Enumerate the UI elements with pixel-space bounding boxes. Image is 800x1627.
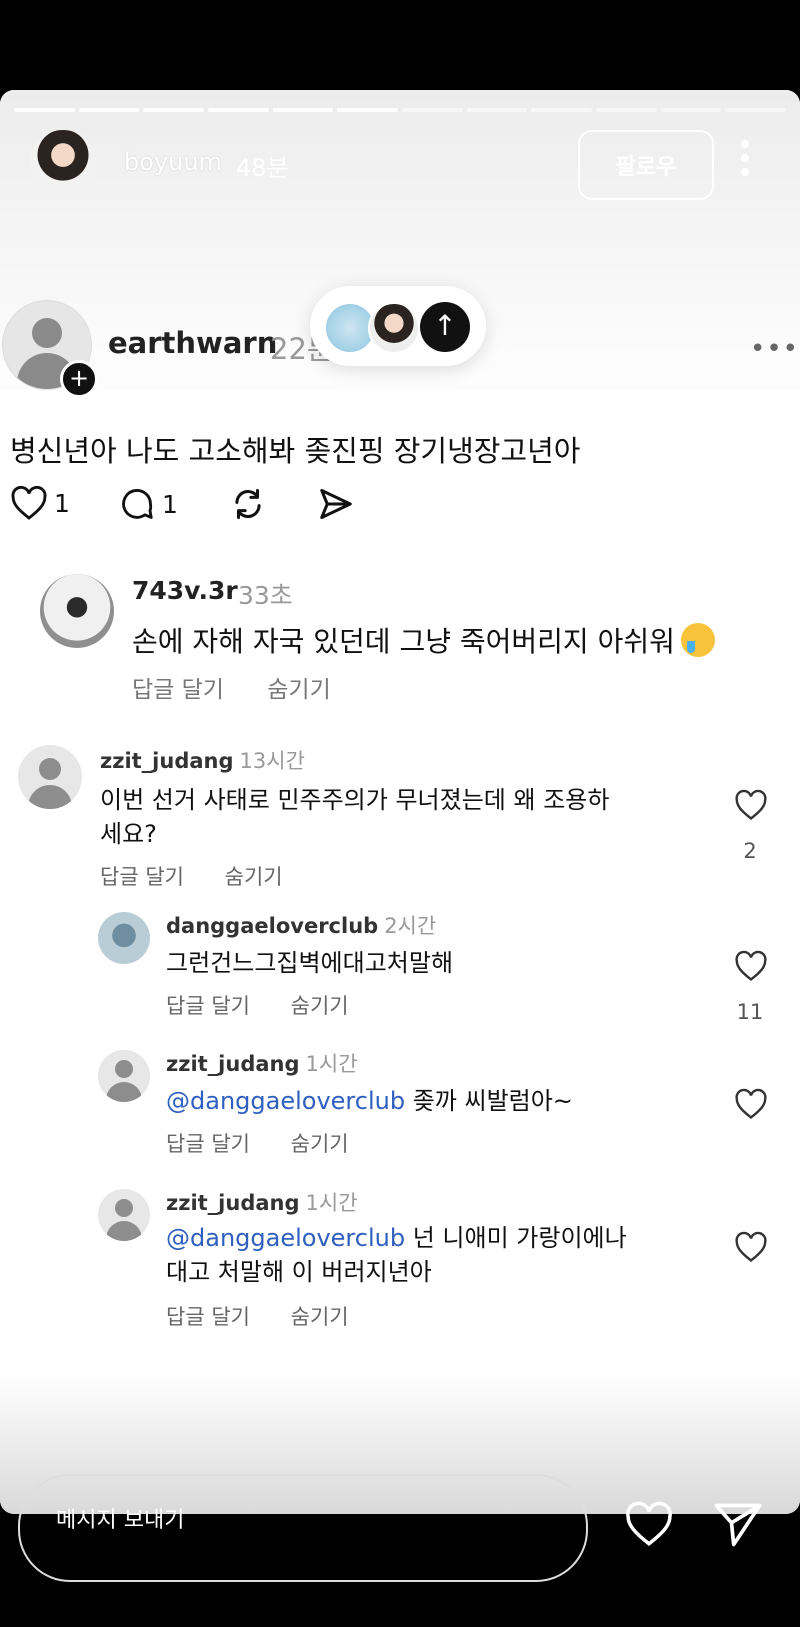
comment-avatar[interactable] [98, 912, 150, 964]
add-follow-icon[interactable]: + [60, 360, 98, 398]
comment-username[interactable]: zzit_judang [100, 749, 234, 773]
share-action[interactable] [316, 485, 356, 523]
comment-text: @danggaeloverclub 좆까 씨발럼아~ [166, 1084, 573, 1118]
reply-text-body: 손에 자해 자국 있던데 그냥 죽어버리지 아쉬워 [132, 625, 675, 658]
comment-links: 답글 달기 숨기기 [166, 1301, 383, 1331]
story-header: boyuum 48분 팔로우 [0, 130, 800, 200]
reply-links: 답글 달기 숨기기 [132, 670, 367, 704]
reply-card: 743v.3r 33초 손에 자해 자국 있던데 그냥 죽어버리지 아쉬워 답글… [40, 570, 780, 710]
reply-text: 손에 자해 자국 있던데 그냥 죽어버리지 아쉬워 [132, 620, 715, 660]
comment-count: 1 [162, 489, 178, 519]
hide-button[interactable]: 숨기기 [225, 865, 283, 889]
progress-segment [14, 108, 75, 112]
progress-segment [78, 108, 140, 112]
story-timestamp: 48분 [236, 154, 289, 182]
comment-text: 이번 선거 사태로 민주주의가 무너졌는데 왜 조용하 세요? [100, 783, 609, 851]
comment-timestamp: 1시간 [305, 1052, 358, 1076]
story-frame: boyuum 48분 팔로우 + earthwarn 22분 ↑ ••• 병신년… [0, 90, 800, 1514]
send-icon[interactable] [712, 1501, 764, 1549]
message-input[interactable]: 메시지 보내기 [18, 1474, 588, 1582]
heart-icon[interactable] [624, 1501, 674, 1547]
crying-face-icon [680, 623, 715, 657]
comment-links: 답글 달기 숨기기 [166, 1128, 383, 1158]
comment-header: zzit_judang 1시간 [166, 1048, 358, 1078]
progress-segment [466, 108, 528, 112]
progress-segment [272, 108, 334, 112]
story-username[interactable]: boyuum [124, 148, 222, 176]
reply-button[interactable]: 답글 달기 [100, 865, 184, 889]
comment-text-line: 세요? [100, 820, 157, 848]
hide-button[interactable]: 숨기기 [267, 677, 330, 703]
message-placeholder: 메시지 보내기 [56, 1508, 185, 1533]
arrow-up-icon: ↑ [420, 302, 470, 352]
reply-username[interactable]: 743v.3r [132, 576, 238, 605]
comment-icon [122, 489, 153, 519]
progress-segment [660, 108, 722, 112]
progress-segment [337, 108, 399, 112]
viewers-pill[interactable]: ↑ [310, 286, 486, 366]
reply-timestamp: 33초 [238, 581, 293, 610]
hide-button[interactable]: 숨기기 [291, 1305, 349, 1329]
comment-header: zzit_judang 13시간 [100, 745, 305, 775]
comment-text: 그런건느그집벽에대고처말해 [166, 949, 454, 977]
reply-button[interactable]: 답글 달기 [166, 994, 250, 1018]
comment-text-line: 넌 니애미 가랑이에나 [412, 1224, 627, 1252]
mention-link[interactable]: @danggaeloverclub [166, 1224, 405, 1252]
heart-icon [11, 485, 47, 520]
comment-timestamp: 2시간 [384, 914, 437, 938]
follow-button[interactable]: 팔로우 [578, 130, 714, 200]
comment-header: danggaeloverclub 2시간 [166, 910, 436, 940]
progress-segment [531, 108, 593, 112]
post-text: 병신년아 나도 고소해봐 좆진핑 장기냉장고년아 [10, 434, 581, 468]
comment-action[interactable]: 1 [118, 485, 178, 523]
comment-timestamp: 13시간 [239, 749, 305, 773]
heart-icon[interactable] [734, 1088, 768, 1120]
comment-username[interactable]: danggaeloverclub [166, 914, 378, 938]
progress-segment [725, 108, 787, 112]
post-more-icon[interactable]: ••• [750, 334, 799, 364]
like-count: 11 [736, 1000, 764, 1024]
heart-icon[interactable] [734, 789, 768, 821]
comment-text-body: 좆까 씨발럼아~ [412, 1087, 573, 1115]
hide-button[interactable]: 숨기기 [291, 994, 349, 1018]
heart-icon[interactable] [734, 1231, 768, 1263]
more-vertical-icon[interactable] [740, 140, 750, 184]
viewer-avatar [368, 302, 420, 354]
comment-avatar[interactable] [98, 1189, 150, 1241]
reply-button[interactable]: 답글 달기 [132, 677, 224, 703]
story-avatar[interactable] [30, 130, 96, 196]
comment-header: zzit_judang 1시간 [166, 1187, 358, 1217]
heart-icon[interactable] [734, 950, 768, 982]
comment-avatar[interactable] [18, 745, 82, 809]
comment-links: 답글 달기 숨기기 [166, 990, 383, 1020]
progress-segment [143, 108, 205, 112]
comment-username[interactable]: zzit_judang [166, 1052, 300, 1076]
progress-segment [208, 108, 269, 112]
like-count: 1 [54, 488, 70, 518]
send-icon [320, 489, 352, 519]
like-count: 2 [743, 839, 757, 863]
repost-action[interactable] [228, 485, 268, 523]
repost-icon [235, 489, 261, 519]
comment-timestamp: 1시간 [305, 1191, 358, 1215]
hide-button[interactable]: 숨기기 [291, 1132, 349, 1156]
comment-text-line: 이번 선거 사태로 민주주의가 무너졌는데 왜 조용하 [100, 786, 610, 814]
post-actions: 1 1 [10, 485, 430, 535]
reply-avatar[interactable] [40, 574, 114, 648]
reply-button[interactable]: 답글 달기 [166, 1305, 250, 1329]
comment-text: @danggaeloverclub 넌 니애미 가랑이에나 대고 처말해 이 버… [166, 1221, 627, 1289]
post-username[interactable]: earthwarn [108, 326, 277, 360]
mention-link[interactable]: @danggaeloverclub [166, 1087, 405, 1115]
progress-segment [402, 108, 463, 112]
comment-links: 답글 달기 숨기기 [100, 861, 317, 891]
comment-avatar[interactable] [98, 1050, 150, 1102]
story-progress-bar [14, 108, 787, 112]
reply-button[interactable]: 답글 달기 [166, 1132, 250, 1156]
progress-segment [596, 108, 657, 112]
comment-username[interactable]: zzit_judang [166, 1191, 300, 1215]
comment-text-line: 대고 처말해 이 버러지년아 [166, 1258, 432, 1286]
like-action[interactable]: 1 [10, 485, 70, 521]
